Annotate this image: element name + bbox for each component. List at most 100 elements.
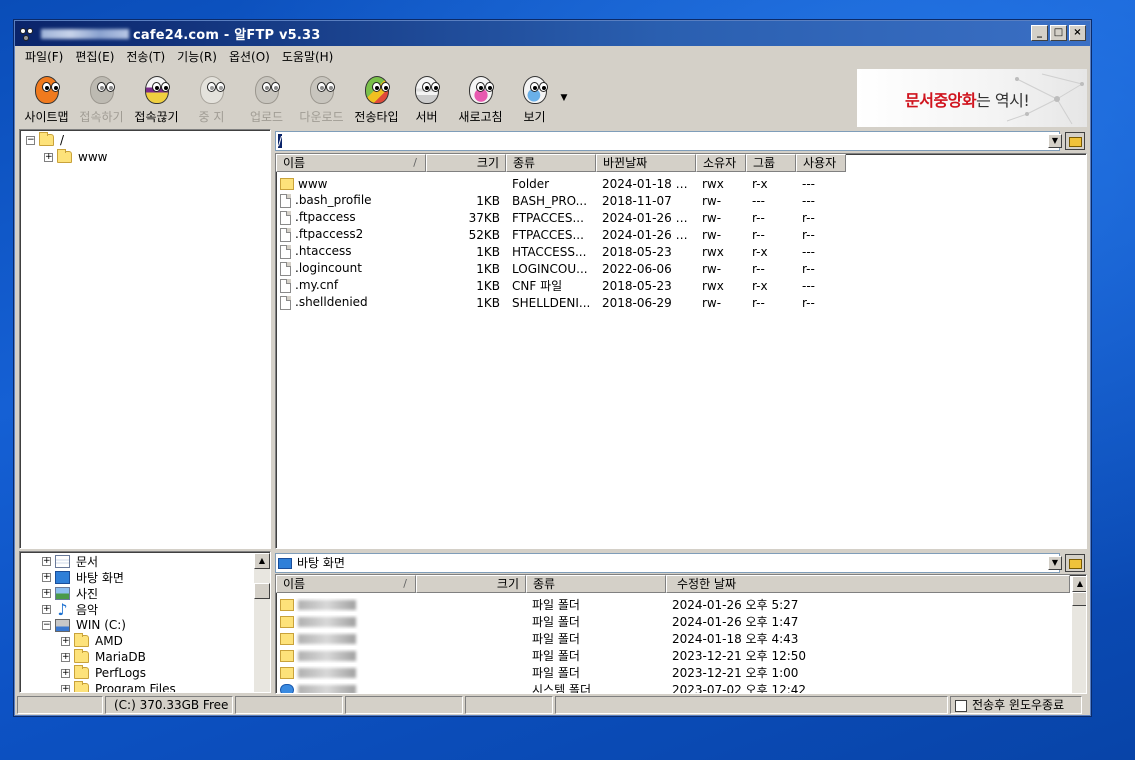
menu-edit[interactable]: 편집(E) — [69, 47, 120, 67]
cell-type: BASH_PRO... — [512, 193, 588, 208]
close-button[interactable]: × — [1069, 25, 1086, 41]
transfer-type-button[interactable]: 전송타입 — [349, 69, 404, 127]
local-tree-node[interactable]: + 바탕 화면 — [42, 569, 124, 585]
refresh-button[interactable]: 새로고침 — [449, 69, 512, 127]
expand-icon[interactable]: + — [42, 556, 51, 566]
expand-icon[interactable]: + — [42, 604, 51, 614]
local-tree-node[interactable]: + 사진 — [42, 585, 98, 601]
server-button[interactable]: 서버 — [404, 69, 449, 127]
ad-banner[interactable]: 문서중앙화는 역시! — [857, 69, 1087, 127]
toolbar: 사이트맵 접속하기 접속끊기 중 지 업로드 다운로드 전송타입 서버 새로고침… — [19, 69, 857, 127]
local-tree-node[interactable]: + 문서 — [42, 553, 98, 569]
maximize-button[interactable]: □ — [1050, 25, 1067, 41]
connect-icon — [87, 73, 117, 105]
disconnect-button[interactable]: 접속끊기 — [129, 69, 184, 127]
scroll-up-icon[interactable]: ▲ — [1072, 576, 1086, 592]
local-col-name[interactable]: 이름 / — [276, 575, 416, 593]
tree-node-label: 바탕 화면 — [76, 570, 124, 585]
table-row[interactable]: 파일 폴더 2023-12-21 오후 1:00 — [276, 664, 966, 681]
col-name[interactable]: 이름 / — [276, 154, 426, 172]
expand-icon[interactable]: + — [42, 588, 51, 598]
local-list-scrollbar[interactable]: ▲ — [1072, 576, 1086, 693]
local-folder-tree[interactable]: + 문서 + 바탕 화면 + 사진 + ♪ 음악 − WIN (C:) + AMD + MariaDB + Pe… — [19, 551, 271, 693]
remote-path-dropdown-icon[interactable]: ▼ — [1048, 134, 1062, 148]
local-tree-node[interactable]: + PerfLogs — [61, 665, 146, 681]
col-size[interactable]: 크기 — [426, 154, 506, 172]
local-col-modified[interactable]: 수정한 날짜 — [666, 575, 1070, 593]
table-row[interactable]: .shelldenied 1KB SHELLDENI... 2018-06-29 rw-… — [276, 294, 846, 311]
col-owner[interactable]: 소유자 — [696, 154, 746, 172]
local-parent-folder-button[interactable] — [1065, 554, 1085, 572]
local-tree-scrollbar[interactable]: ▲ — [254, 553, 270, 692]
scroll-thumb[interactable] — [1072, 592, 1086, 606]
sort-indicator-icon: / — [403, 577, 407, 590]
scroll-thumb[interactable] — [254, 583, 270, 599]
table-row[interactable]: .htaccess 1KB HTACCESS... 2018-05-23 rwx r-x -… — [276, 243, 846, 260]
expand-icon[interactable]: + — [61, 652, 70, 662]
local-tree-node[interactable]: + MariaDB — [61, 649, 146, 665]
close-after-transfer-checkbox[interactable] — [955, 699, 967, 712]
desktop-icon — [278, 558, 292, 569]
menu-function[interactable]: 기능(R) — [171, 47, 223, 67]
download-button[interactable]: 다운로드 — [294, 69, 349, 127]
table-row[interactable]: 시스템 폴더 2023-07-02 오후 12:42 — [276, 681, 966, 693]
local-col-type[interactable]: 종류 — [526, 575, 666, 593]
cell-owner: rwx — [702, 176, 724, 191]
scroll-up-icon[interactable]: ▲ — [254, 553, 270, 569]
expand-icon[interactable]: + — [61, 636, 70, 646]
table-row[interactable]: www Folder 2024-01-18 오... rwx r-x --- — [276, 175, 846, 192]
remote-parent-folder-button[interactable] — [1065, 132, 1085, 150]
table-row[interactable]: .my.cnf 1KB CNF 파일 2018-05-23 rwx r-x --- — [276, 277, 846, 294]
col-group[interactable]: 그룹 — [746, 154, 796, 172]
title-bar[interactable]: cafe24.com - 알FTP v5.33 _ □ × — [15, 21, 1090, 46]
menu-transfer[interactable]: 전송(T) — [120, 47, 171, 67]
cell-group: r-- — [752, 261, 765, 276]
table-row[interactable]: 파일 폴더 2024-01-18 오후 4:43 — [276, 630, 966, 647]
table-row[interactable]: 파일 폴더 2024-01-26 오후 5:27 — [276, 596, 966, 613]
local-tree-node[interactable]: − WIN (C:) — [42, 617, 126, 633]
connect-button[interactable]: 접속하기 — [74, 69, 129, 127]
stop-button[interactable]: 중 지 — [184, 69, 239, 127]
expand-icon[interactable]: + — [42, 572, 51, 582]
download-label: 다운로드 — [299, 110, 344, 124]
close-after-transfer-option[interactable]: 전송후 윈도우종료 — [950, 696, 1082, 714]
expand-icon[interactable]: + — [61, 684, 70, 692]
cell-group: r-x — [752, 244, 768, 259]
col-type[interactable]: 종류 — [506, 154, 596, 172]
sitemap-button[interactable]: 사이트맵 — [19, 69, 74, 127]
collapse-icon[interactable]: − — [42, 620, 51, 630]
table-row[interactable]: .logincount 1KB LOGINCOU... 2022-06-06 rw-r-… — [276, 260, 846, 277]
table-row[interactable]: .ftpaccess 37KB FTPACCES... 2024-01-26 오...… — [276, 209, 846, 226]
table-row[interactable]: 파일 폴더 2024-01-26 오후 1:47 — [276, 613, 966, 630]
local-col-size[interactable]: 크기 — [416, 575, 526, 593]
tree-node-www[interactable]: + www — [44, 149, 107, 165]
local-tree-node[interactable]: + AMD — [61, 633, 123, 649]
minimize-button[interactable]: _ — [1031, 25, 1048, 41]
view-button[interactable]: 보기 — [512, 69, 557, 127]
local-list-header: 이름 / 크기 종류 수정한 날짜 — [276, 575, 1070, 593]
local-path-combo[interactable]: 바탕 화면 — [275, 553, 1060, 573]
tree-node-root[interactable]: − / — [26, 132, 64, 148]
menu-file[interactable]: 파일(F) — [19, 47, 69, 67]
remote-folder-tree[interactable]: − / + www — [19, 129, 271, 549]
local-file-list[interactable]: 이름 / 크기 종류 수정한 날짜 파일 폴더 2024-01-26 오후 5:27… — [275, 574, 1087, 694]
window-title: cafe24.com - 알FTP v5.33 — [133, 28, 321, 43]
local-tree-node[interactable]: + Program Files — [61, 681, 176, 692]
table-row[interactable]: .ftpaccess2 52KB FTPACCES... 2024-01-26 오..… — [276, 226, 846, 243]
menu-help[interactable]: 도움말(H) — [276, 47, 340, 67]
col-user[interactable]: 사용자 — [796, 154, 846, 172]
local-path-dropdown-icon[interactable]: ▼ — [1048, 556, 1062, 570]
folder-icon — [57, 149, 72, 163]
toolbar-more-chevron-icon[interactable]: ▼ — [557, 69, 571, 127]
table-row[interactable]: 파일 폴더 2023-12-21 오후 12:50 — [276, 647, 966, 664]
upload-button[interactable]: 업로드 — [239, 69, 294, 127]
expand-icon[interactable]: + — [61, 668, 70, 678]
col-modified[interactable]: 바뀐날짜 — [596, 154, 696, 172]
collapse-icon[interactable]: − — [26, 135, 35, 145]
menu-options[interactable]: 옵션(O) — [223, 47, 276, 67]
local-tree-node[interactable]: + ♪ 음악 — [42, 601, 98, 617]
remote-file-list[interactable]: 이름 / 크기 종류 바뀐날짜 소유자 그룹 사용자 www Folder 2024-… — [275, 153, 1087, 549]
expand-icon[interactable]: + — [44, 152, 53, 162]
table-row[interactable]: .bash_profile 1KB BASH_PRO... 2018-11-07 rw-… — [276, 192, 846, 209]
remote-path-combo[interactable]: / — [275, 131, 1060, 151]
